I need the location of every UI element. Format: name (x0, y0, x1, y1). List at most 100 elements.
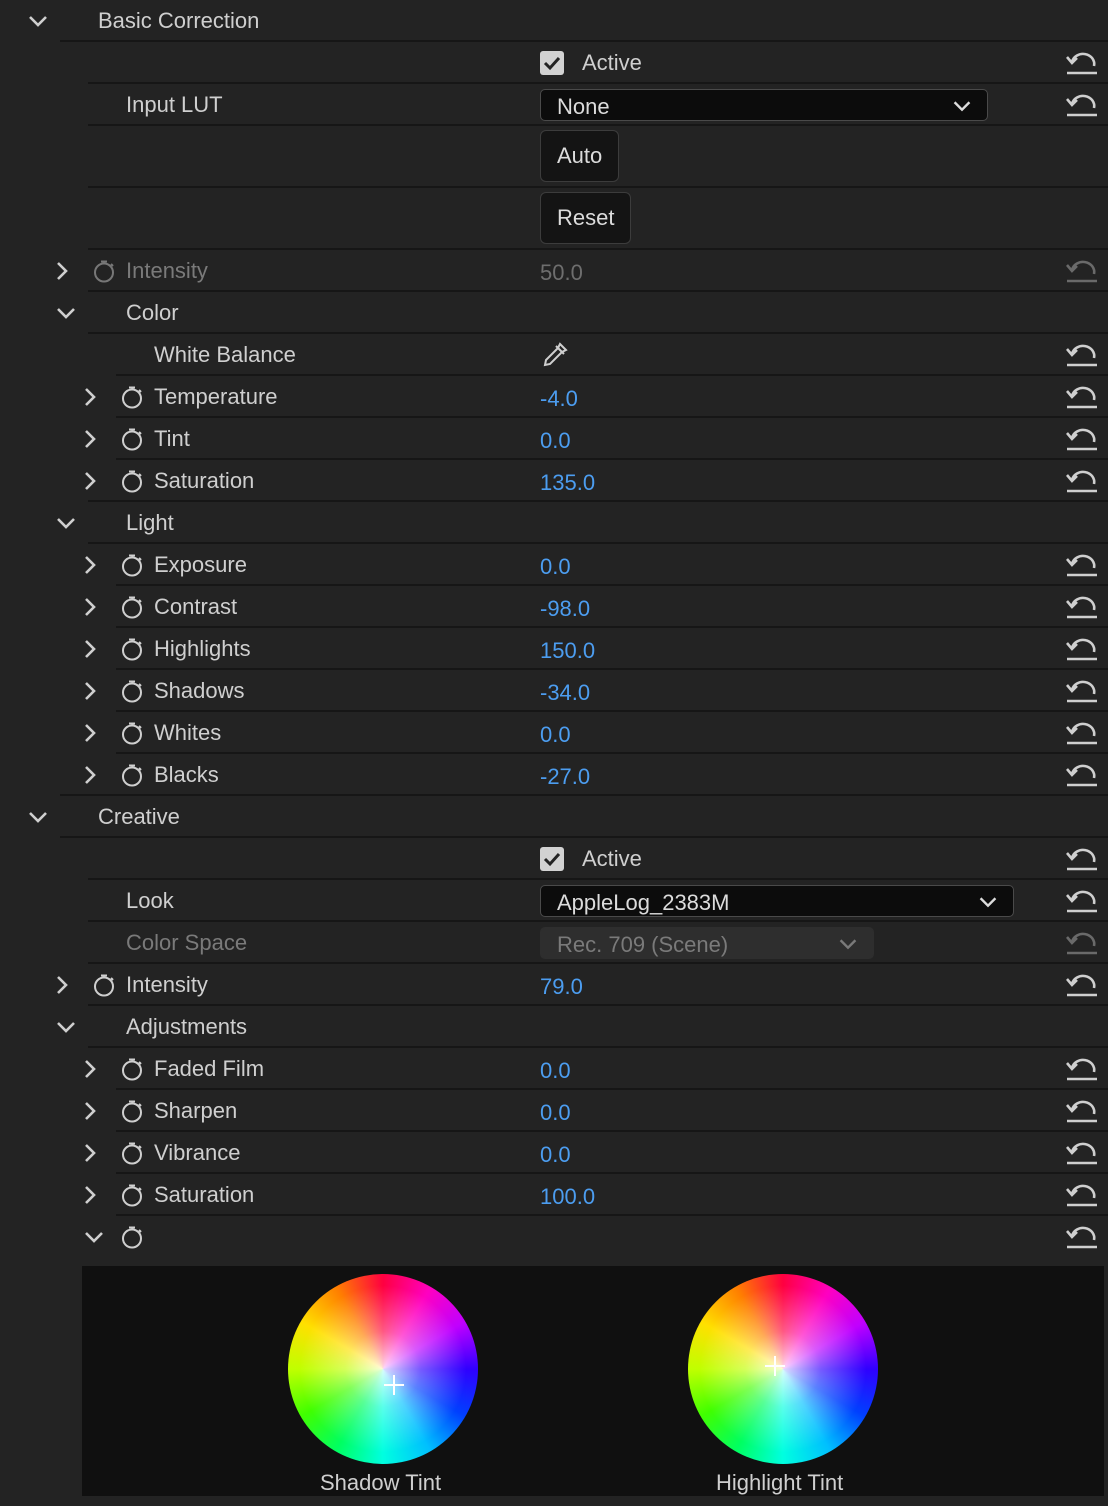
look-dropdown[interactable]: AppleLog_2383M (540, 885, 1014, 917)
stopwatch-icon[interactable] (92, 259, 116, 283)
chevron-right-icon[interactable] (76, 1097, 104, 1125)
reset-icon (1064, 928, 1100, 958)
reset-icon[interactable] (1064, 466, 1100, 496)
chevron-right-icon[interactable] (76, 425, 104, 453)
chevron-right-icon[interactable] (76, 1055, 104, 1083)
chevron-right-icon[interactable] (76, 719, 104, 747)
group-color[interactable]: Color (0, 292, 1108, 334)
intensity-label: Intensity (126, 258, 208, 283)
stopwatch-icon[interactable] (120, 1141, 144, 1165)
reset-icon[interactable] (1064, 256, 1100, 286)
reset-icon[interactable] (1064, 844, 1100, 874)
reset-icon[interactable] (1064, 970, 1100, 1000)
saturation-row: Saturation 135.0 (0, 460, 1108, 502)
stopwatch-icon[interactable] (120, 721, 144, 745)
exposure-label: Exposure (154, 552, 247, 577)
stopwatch-icon[interactable] (120, 1225, 144, 1249)
chevron-right-icon[interactable] (48, 257, 76, 285)
reset-icon[interactable] (1064, 90, 1100, 120)
reset-row: Reset (0, 188, 1108, 250)
reset-icon[interactable] (1064, 1180, 1100, 1210)
stopwatch-icon[interactable] (92, 973, 116, 997)
stopwatch-icon[interactable] (120, 1183, 144, 1207)
chevron-right-icon[interactable] (76, 761, 104, 789)
section-basic-correction[interactable]: Basic Correction (0, 0, 1108, 42)
reset-icon[interactable] (1064, 424, 1100, 454)
group-adjustments[interactable]: Adjustments (0, 1006, 1108, 1048)
tint-label: Tint (154, 426, 190, 451)
chevron-right-icon[interactable] (76, 1181, 104, 1209)
auto-button[interactable]: Auto (540, 130, 620, 182)
stopwatch-icon[interactable] (120, 469, 144, 493)
reset-icon[interactable] (1064, 1222, 1100, 1252)
vibrance-value[interactable]: 0.0 (540, 1142, 571, 1168)
reset-button[interactable]: Reset (540, 192, 632, 244)
chevron-down-icon[interactable] (24, 803, 52, 831)
creative-active-checkbox[interactable] (540, 847, 564, 871)
shadow-tint-wheel[interactable] (288, 1274, 478, 1464)
stopwatch-icon[interactable] (120, 763, 144, 787)
chevron-down-icon[interactable] (52, 509, 80, 537)
blacks-value[interactable]: -27.0 (540, 764, 590, 790)
chevron-down-icon[interactable] (80, 1223, 108, 1251)
whites-value[interactable]: 0.0 (540, 722, 571, 748)
tint-value[interactable]: 0.0 (540, 428, 571, 454)
chevron-right-icon[interactable] (76, 1139, 104, 1167)
eyedropper-icon[interactable] (540, 340, 570, 370)
chevron-right-icon[interactable] (76, 593, 104, 621)
saturation-value[interactable]: 100.0 (540, 1184, 595, 1210)
reset-icon[interactable] (1064, 718, 1100, 748)
reset-icon[interactable] (1064, 1138, 1100, 1168)
chevron-right-icon[interactable] (76, 677, 104, 705)
chevron-down-icon[interactable] (52, 299, 80, 327)
contrast-value[interactable]: -98.0 (540, 596, 590, 622)
highlights-value[interactable]: 150.0 (540, 638, 595, 664)
chevron-down-icon[interactable] (24, 7, 52, 35)
chevron-right-icon[interactable] (48, 971, 76, 999)
stopwatch-icon[interactable] (120, 1099, 144, 1123)
stopwatch-icon[interactable] (120, 595, 144, 619)
active-row: Active (0, 42, 1108, 84)
sharpen-value[interactable]: 0.0 (540, 1100, 571, 1126)
stopwatch-icon[interactable] (120, 427, 144, 451)
exposure-value[interactable]: 0.0 (540, 554, 571, 580)
reset-icon[interactable] (1064, 382, 1100, 412)
section-creative[interactable]: Creative (0, 796, 1108, 838)
chevron-right-icon[interactable] (76, 383, 104, 411)
active-checkbox[interactable] (540, 51, 564, 75)
reset-icon[interactable] (1064, 676, 1100, 706)
highlight-tint-wheel[interactable] (688, 1274, 878, 1464)
reset-icon[interactable] (1064, 886, 1100, 916)
intensity-value[interactable]: 79.0 (540, 974, 583, 1000)
stopwatch-icon[interactable] (120, 637, 144, 661)
input-lut-dropdown[interactable]: None (540, 89, 988, 121)
reset-icon[interactable] (1064, 340, 1100, 370)
chevron-down-icon[interactable] (52, 1013, 80, 1041)
chevron-right-icon[interactable] (76, 551, 104, 579)
reset-icon[interactable] (1064, 1054, 1100, 1084)
auto-row: Auto (0, 126, 1108, 188)
stopwatch-icon[interactable] (120, 1057, 144, 1081)
intensity-value[interactable]: 50.0 (540, 260, 583, 286)
temperature-value[interactable]: -4.0 (540, 386, 578, 412)
chevron-right-icon[interactable] (76, 467, 104, 495)
chevron-right-icon[interactable] (76, 635, 104, 663)
shadows-value[interactable]: -34.0 (540, 680, 590, 706)
group-light[interactable]: Light (0, 502, 1108, 544)
shadows-row: Shadows -34.0 (0, 670, 1108, 712)
reset-icon[interactable] (1064, 48, 1100, 78)
reset-icon[interactable] (1064, 550, 1100, 580)
reset-icon[interactable] (1064, 760, 1100, 790)
stopwatch-icon[interactable] (120, 679, 144, 703)
stopwatch-icon[interactable] (120, 553, 144, 577)
reset-icon[interactable] (1064, 1096, 1100, 1126)
input-lut-row: Input LUT None (0, 84, 1108, 126)
stopwatch-icon[interactable] (120, 385, 144, 409)
faded-film-row: Faded Film 0.0 (0, 1048, 1108, 1090)
reset-icon[interactable] (1064, 592, 1100, 622)
reset-icon[interactable] (1064, 634, 1100, 664)
faded-film-value[interactable]: 0.0 (540, 1058, 571, 1084)
saturation-value[interactable]: 135.0 (540, 470, 595, 496)
highlights-label: Highlights (154, 636, 251, 661)
tint-wheels-row (0, 1216, 1108, 1258)
